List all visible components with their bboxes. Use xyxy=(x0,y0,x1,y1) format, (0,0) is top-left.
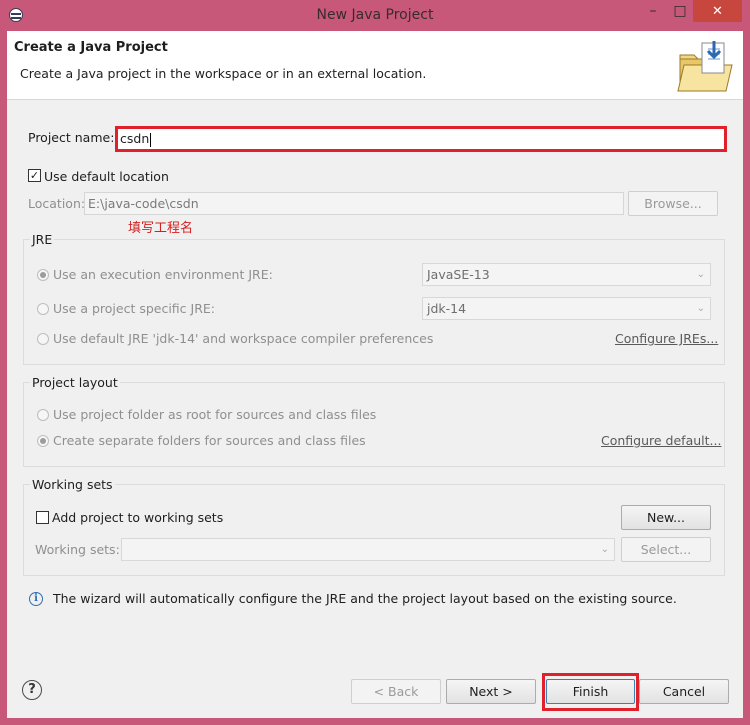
finish-highlight-box xyxy=(542,673,639,711)
working-sets-group-title: Working sets xyxy=(30,477,115,492)
annotation-note: 填写工程名 xyxy=(128,221,194,236)
working-sets-select[interactable]: ⌄ xyxy=(121,538,615,561)
close-button[interactable]: ✕ xyxy=(693,0,742,22)
close-icon: ✕ xyxy=(712,3,723,19)
jre-execution-env-radio[interactable] xyxy=(37,269,49,281)
working-sets-label: Working sets: xyxy=(35,542,120,557)
minimize-button[interactable]: – xyxy=(639,0,667,22)
project-name-input[interactable]: csdn xyxy=(115,126,727,152)
project-layout-group-title: Project layout xyxy=(30,375,120,390)
project-specific-jre-select[interactable]: jdk-14 ⌄ xyxy=(422,297,711,320)
working-sets-group xyxy=(23,484,725,576)
window-title: New Java Project xyxy=(316,7,434,23)
layout-separate-radio[interactable] xyxy=(37,435,49,447)
browse-button[interactable]: Browse... xyxy=(628,191,718,216)
cancel-button[interactable]: Cancel xyxy=(639,679,729,704)
info-icon: i xyxy=(29,592,43,606)
next-button[interactable]: Next > xyxy=(446,679,536,704)
jre-project-specific-radio[interactable] xyxy=(37,303,49,315)
maximize-icon: □ xyxy=(673,3,687,19)
help-icon[interactable]: ? xyxy=(22,680,42,700)
layout-root-radio[interactable] xyxy=(37,409,49,421)
minimize-icon: – xyxy=(649,3,657,19)
jre-default-radio[interactable] xyxy=(37,333,49,345)
select-working-sets-button[interactable]: Select... xyxy=(621,537,711,562)
project-name-value: csdn xyxy=(120,131,150,146)
chevron-down-icon: ⌄ xyxy=(696,269,705,280)
jre-execution-env-label: Use an execution environment JRE: xyxy=(53,267,273,282)
jre-group-title: JRE xyxy=(30,232,55,247)
layout-root-label: Use project folder as root for sources a… xyxy=(53,407,377,422)
layout-separate-label: Create separate folders for sources and … xyxy=(53,433,366,448)
use-default-location-label[interactable]: Use default location xyxy=(44,169,169,184)
use-default-location-checkbox[interactable]: ✓ xyxy=(28,169,41,182)
chevron-down-icon: ⌄ xyxy=(600,544,609,555)
back-button[interactable]: < Back xyxy=(351,679,441,704)
dialog-body: Create a Java Project Create a Java proj… xyxy=(7,31,743,718)
execution-env-value: JavaSE-13 xyxy=(427,267,490,282)
dialog-window: New Java Project – □ ✕ Create a Java Pro… xyxy=(0,0,750,725)
maximize-button[interactable]: □ xyxy=(667,0,693,22)
wizard-banner: Create a Java Project Create a Java proj… xyxy=(7,31,743,100)
chevron-down-icon: ⌄ xyxy=(696,303,705,314)
banner-title: Create a Java Project xyxy=(14,40,168,55)
project-layout-group xyxy=(23,382,725,467)
jre-default-label: Use default JRE 'jdk-14' and workspace c… xyxy=(53,331,434,346)
info-message: The wizard will automatically configure … xyxy=(53,591,677,606)
location-label: Location: xyxy=(28,196,86,211)
new-working-set-button[interactable]: New... xyxy=(621,505,711,530)
title-bar[interactable]: New Java Project – □ ✕ xyxy=(0,0,750,31)
configure-default-link[interactable]: Configure default... xyxy=(601,433,721,448)
add-to-working-sets-label[interactable]: Add project to working sets xyxy=(52,510,223,525)
jre-project-specific-label: Use a project specific JRE: xyxy=(53,301,215,316)
configure-jres-link[interactable]: Configure JREs... xyxy=(615,331,718,346)
add-to-working-sets-checkbox[interactable] xyxy=(36,511,49,524)
execution-env-select[interactable]: JavaSE-13 ⌄ xyxy=(422,263,711,286)
text-caret xyxy=(150,132,152,147)
location-input[interactable]: E:\java-code\csdn xyxy=(84,192,624,215)
project-specific-jre-value: jdk-14 xyxy=(427,301,467,316)
new-java-project-folder-icon xyxy=(677,41,733,92)
project-name-label: Project name: xyxy=(28,130,115,145)
banner-description: Create a Java project in the workspace o… xyxy=(20,66,427,81)
